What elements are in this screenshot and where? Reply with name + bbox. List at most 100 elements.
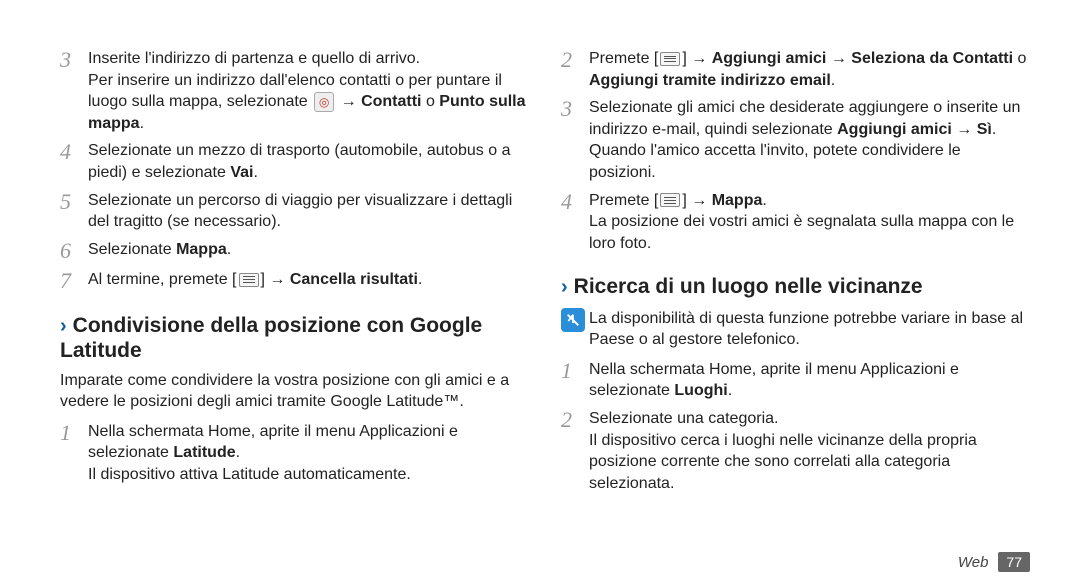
arrow-text: →	[341, 93, 361, 110]
text-run: o	[1013, 50, 1026, 67]
step-4: 4 Selezionate un mezzo di trasporto (aut…	[60, 140, 529, 183]
bold-text: Mappa	[176, 241, 227, 258]
step-number: 7	[60, 269, 88, 293]
step-body: Selezionate un mezzo di trasporto (autom…	[88, 140, 529, 183]
step-body: Premete [ ] → Aggiungi amici → Seleziona …	[589, 48, 1030, 91]
page-number: 77	[998, 552, 1030, 572]
step-body: Selezionate gli amici che desiderate agg…	[589, 97, 1030, 183]
bold-text: Mappa	[712, 192, 763, 209]
text-run: ] →	[682, 50, 711, 67]
step-3: 3 Inserite l'indirizzo di partenza e que…	[60, 48, 529, 134]
left-column: 3 Inserite l'indirizzo di partenza e que…	[60, 48, 529, 546]
step-number: 3	[60, 48, 88, 72]
text-run: .	[418, 271, 422, 288]
step-number: 1	[60, 421, 88, 445]
bold-text: Cancella risultati	[290, 271, 418, 288]
text-run: .	[762, 192, 766, 209]
bold-text: Sì	[977, 121, 992, 138]
step-text: Nella schermata Home, aprite il menu App…	[88, 421, 529, 464]
step-text: Selezionate gli amici che desiderate agg…	[589, 97, 1030, 140]
text-run: .	[728, 382, 732, 399]
step-number: 6	[60, 239, 88, 263]
text-run: Premete [	[589, 192, 658, 209]
text-run: Nella schermata Home, aprite il menu App…	[589, 361, 959, 400]
text-run: Al termine, premete [	[88, 271, 237, 288]
text-run: .	[236, 444, 240, 461]
text-run: .	[227, 241, 231, 258]
bold-text: Vai	[230, 164, 253, 181]
step-text: Il dispositivo cerca i luoghi nelle vici…	[589, 430, 1030, 495]
bold-text: Aggiungi amici	[712, 50, 827, 67]
step-r2: 2 Premete [ ] → Aggiungi amici → Selezion…	[561, 48, 1030, 91]
step-text: Selezionate un percorso di viaggio per v…	[88, 190, 529, 233]
step-text: Selezionate Mappa.	[88, 239, 529, 261]
step-text: Selezionate una categoria.	[589, 408, 1030, 430]
text-run: .	[140, 115, 144, 132]
section-intro: Imparate come condividere la vostra posi…	[60, 370, 529, 413]
document-page: 3 Inserite l'indirizzo di partenza e que…	[0, 0, 1080, 586]
text-run: .	[992, 121, 996, 138]
heading-text: Condivisione della posizione con Google …	[60, 314, 482, 362]
section-heading-ricerca: › Ricerca di un luogo nelle vicinanze	[561, 274, 1030, 299]
text-run: .	[253, 164, 257, 181]
step-number: 3	[561, 97, 589, 121]
step-text: Premete [ ] → Aggiungi amici → Seleziona …	[589, 48, 1030, 91]
step-text: Selezionate un mezzo di trasporto (autom…	[88, 140, 529, 183]
bold-text: Contatti	[361, 93, 421, 110]
note-icon	[561, 308, 589, 332]
note-text: La disponibilità di questa funzione potr…	[589, 308, 1030, 351]
text-run: ] →	[682, 192, 711, 209]
step-number: 2	[561, 408, 589, 432]
step-text: Nella schermata Home, aprite il menu App…	[589, 359, 1030, 402]
step-body: Nella schermata Home, aprite il menu App…	[88, 421, 529, 486]
menu-icon	[660, 52, 680, 66]
step-7: 7 Al termine, premete [ ] → Cancella risu…	[60, 269, 529, 293]
step-number: 2	[561, 48, 589, 72]
step-body: Selezionate un percorso di viaggio per v…	[88, 190, 529, 233]
footer-section: Web	[958, 554, 989, 571]
step-text: Premete [ ] → Mappa.	[589, 190, 1030, 212]
chevron-icon: ›	[561, 276, 568, 298]
step-number: 1	[561, 359, 589, 383]
right-column: 2 Premete [ ] → Aggiungi amici → Selezion…	[561, 48, 1030, 546]
text-run: Nella schermata Home, aprite il menu App…	[88, 423, 458, 462]
step-6: 6 Selezionate Mappa.	[60, 239, 529, 263]
menu-icon	[239, 273, 259, 287]
chevron-icon: ›	[60, 315, 67, 337]
bold-text: Seleziona da Contatti	[851, 50, 1013, 67]
step-number: 5	[60, 190, 88, 214]
step-number: 4	[60, 140, 88, 164]
step-body: Inserite l'indirizzo di partenza e quell…	[88, 48, 529, 134]
text-run: Selezionate un mezzo di trasporto (autom…	[88, 142, 510, 181]
step-body: Premete [ ] → Mappa. La posizione dei vos…	[589, 190, 1030, 255]
arrow-text: →	[952, 121, 977, 138]
bold-text: Luoghi	[674, 382, 727, 399]
section-heading-latitude: ›Condivisione della posizione con Google…	[60, 313, 529, 363]
bold-text: Aggiungi amici	[837, 121, 952, 138]
step-r4: 4 Premete [ ] → Mappa. La posizione dei v…	[561, 190, 1030, 255]
text-run: Premete [	[589, 50, 658, 67]
page-footer: Web 77	[958, 552, 1030, 572]
step-body: Selezionate una categoria. Il dispositiv…	[589, 408, 1030, 494]
text-run: Selezionate	[88, 241, 176, 258]
step-number: 4	[561, 190, 589, 214]
note-callout: La disponibilità di questa funzione potr…	[561, 308, 1030, 351]
text-run: ] →	[261, 271, 290, 288]
step-text: Per inserire un indirizzo dall'elenco co…	[88, 70, 529, 135]
text-run: o	[426, 93, 439, 110]
step-body: Selezionate Mappa.	[88, 239, 529, 261]
bold-text: Aggiungi tramite indirizzo email	[589, 72, 831, 89]
menu-icon	[660, 193, 680, 207]
arrow-text: →	[826, 50, 851, 67]
pin-icon: ◎	[314, 92, 334, 112]
text-run: .	[831, 72, 835, 89]
step-text: La posizione dei vostri amici è segnalat…	[589, 211, 1030, 254]
step-text: Quando l'amico accetta l'invito, potete …	[589, 140, 1030, 183]
heading-text: Ricerca di un luogo nelle vicinanze	[574, 275, 923, 298]
step-body: Al termine, premete [ ] → Cancella risult…	[88, 269, 529, 291]
step-r3: 3 Selezionate gli amici che desiderate a…	[561, 97, 1030, 183]
step-text: Il dispositivo attiva Latitude automatic…	[88, 464, 529, 486]
step-5: 5 Selezionate un percorso di viaggio per…	[60, 190, 529, 233]
step-body: Nella schermata Home, aprite il menu App…	[589, 359, 1030, 402]
step-b1: 1 Nella schermata Home, aprite il menu A…	[60, 421, 529, 486]
